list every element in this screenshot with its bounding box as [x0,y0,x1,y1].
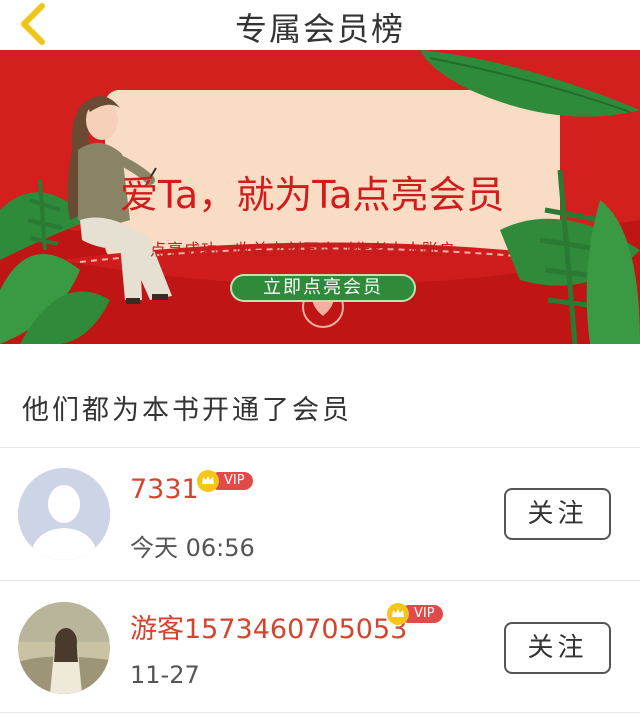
vip-badge: VIP [386,603,443,625]
activate-membership-button[interactable]: 立即点亮会员 [230,274,416,302]
crown-icon [197,470,219,492]
member-row: 游客1573460705053 VIP 11-27 关注 [0,581,640,711]
avatar[interactable] [18,468,110,560]
vip-badge: VIP [196,470,253,492]
section-title: 他们都为本书开通了会员 [22,395,352,426]
crown-icon [387,603,409,625]
banner-headline: 爱Ta，就为Ta点亮会员 [120,173,505,217]
member-time: 今天 06:56 [130,534,255,562]
page-title: 专属会员榜 [234,10,405,48]
banner-subtitle: 点亮成功，收益立刻同步到作者大大账户 [150,240,457,259]
divider [0,712,640,713]
member-name[interactable]: 7331 [130,474,199,505]
photo-avatar-icon [18,602,110,694]
member-time: 11-27 [130,661,200,689]
default-avatar-icon [18,468,110,560]
follow-button[interactable]: 关注 [504,622,611,674]
membership-banner[interactable]: 爱Ta，就为Ta点亮会员 点亮成功，收益立刻同步到作者大大账户 立即点亮会员 [0,50,640,344]
member-name[interactable]: 游客1573460705053 [130,607,407,646]
top-bar: 专属会员榜 [0,0,640,50]
follow-button[interactable]: 关注 [504,488,611,540]
avatar[interactable] [18,602,110,694]
member-row: 7331 VIP 今天 06:56 关注 [0,448,640,578]
